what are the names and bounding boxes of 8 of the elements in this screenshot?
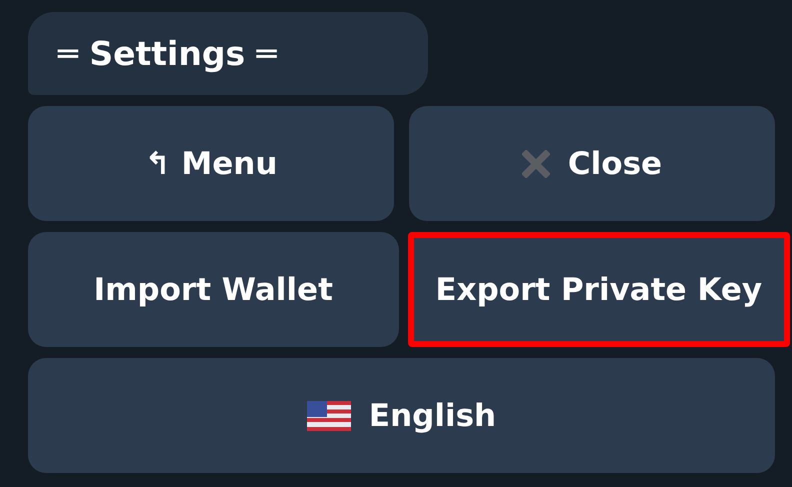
keyboard-button[interactable]: Close <box>409 106 775 221</box>
keyboard-button[interactable]: Export Private Key <box>408 232 790 347</box>
flag-icon <box>306 400 351 430</box>
message-text: ═ Settings ═ <box>58 34 276 73</box>
keyboard-button[interactable]: Import Wallet <box>28 232 398 347</box>
keyboard-button[interactable]: English <box>28 358 775 473</box>
keyboard-button[interactable]: ↰ Menu <box>28 106 394 221</box>
close-icon <box>522 150 550 178</box>
